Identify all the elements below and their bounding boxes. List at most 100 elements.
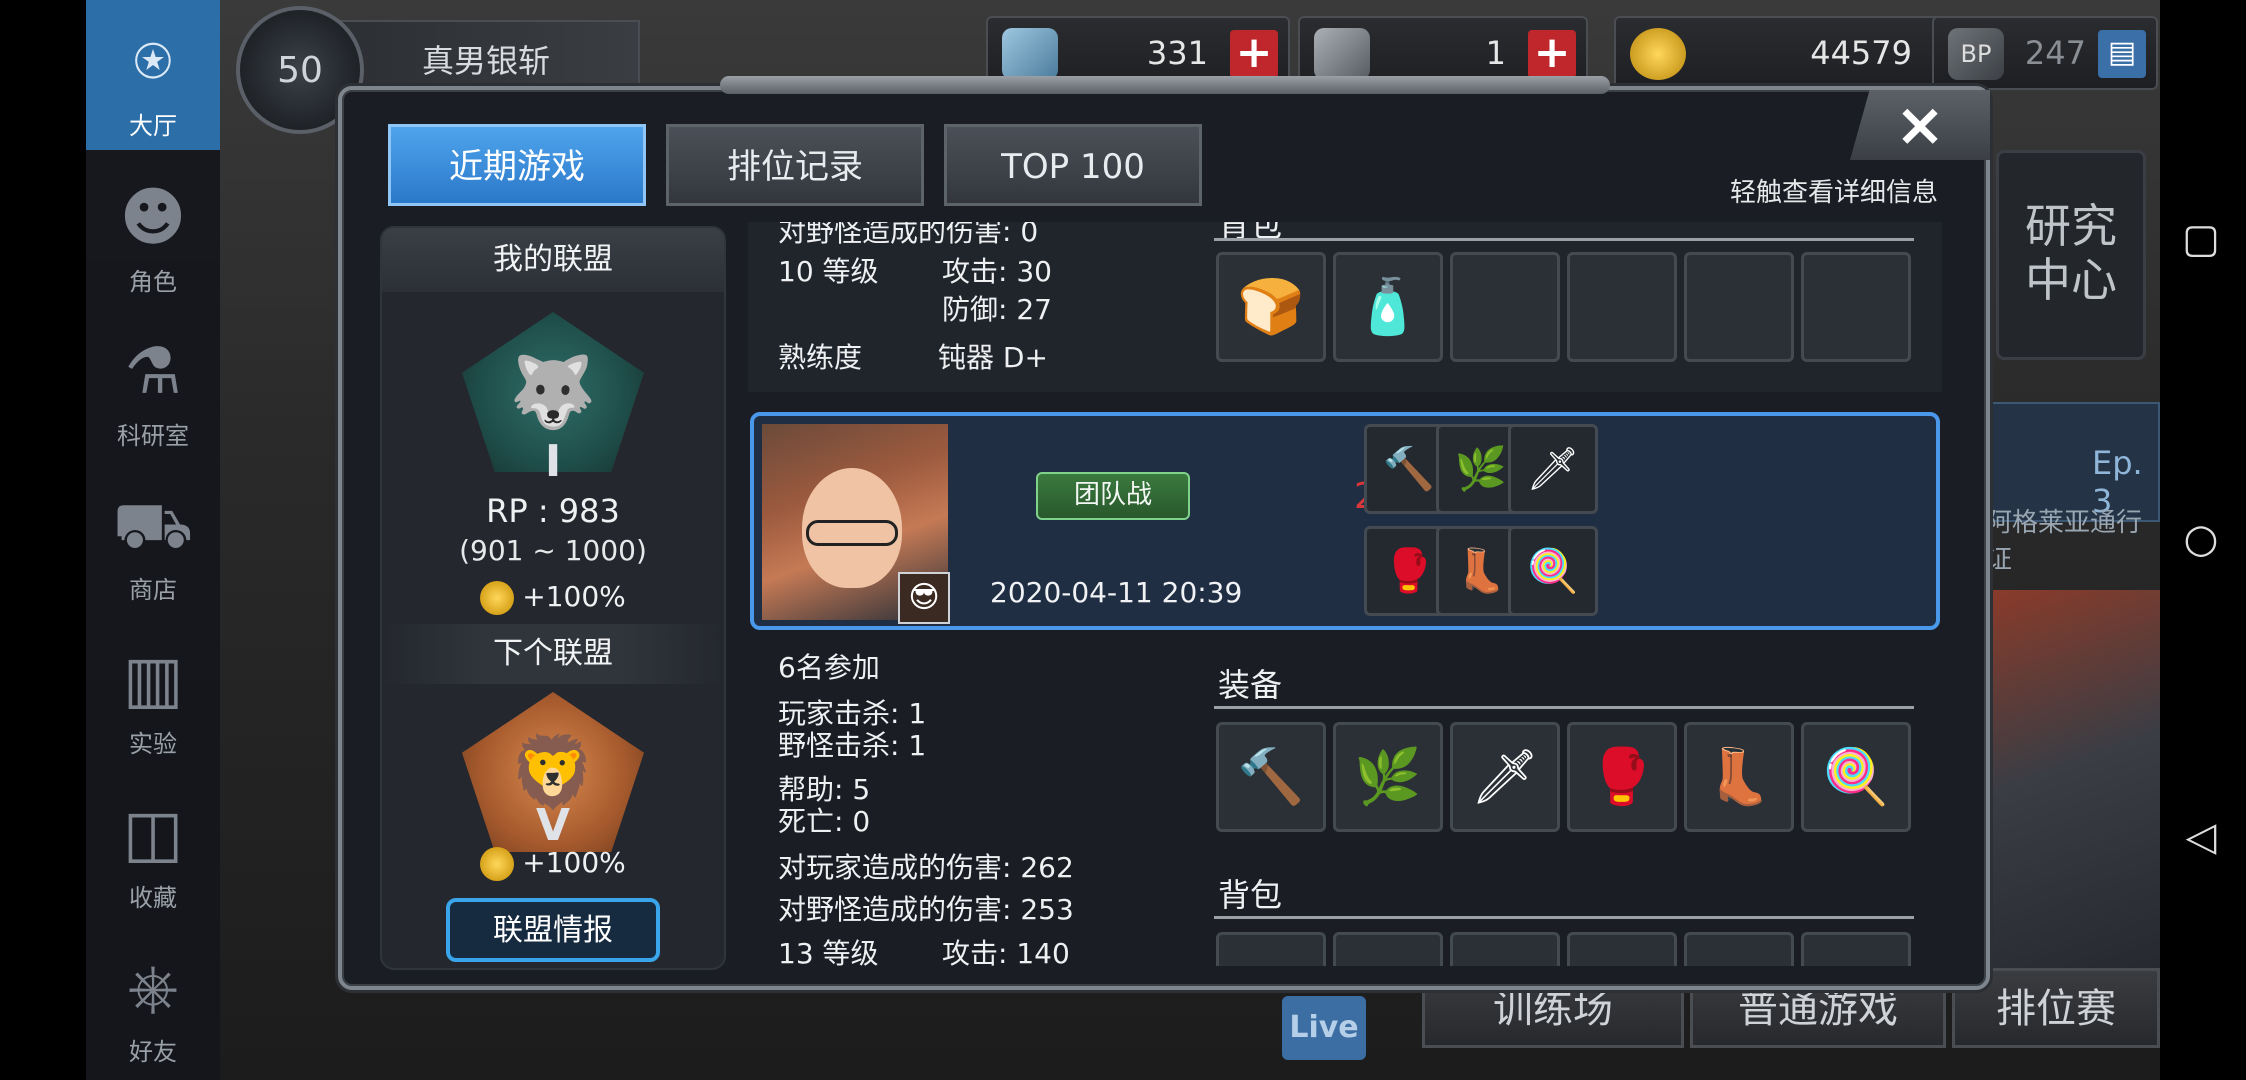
sidebar-item-shop[interactable]: ⛟ 商店	[86, 464, 220, 614]
glasses-icon	[806, 520, 898, 546]
divider	[1214, 916, 1914, 919]
divider	[1214, 706, 1914, 709]
sidebar-item-label: 商店	[129, 576, 177, 604]
box-icon	[1314, 28, 1370, 80]
empty-slot[interactable]	[1684, 252, 1794, 362]
lollipop-icon[interactable]: 🍭	[1801, 722, 1911, 832]
deaths: 死亡: 0	[778, 805, 871, 838]
tab-top-100[interactable]: TOP 100	[944, 124, 1202, 206]
left-sidebar: ⍟ 大厅 ☻ 角色 ⚗ 科研室 ⛟ 商店 ▥ 实验 ◫ 收藏 ⎈ 好友	[86, 0, 220, 1080]
research-center[interactable]: 研究 中心	[1996, 150, 2146, 360]
prev-bag-title: 背包	[1218, 222, 1283, 244]
sidebar-item-label: 实验	[129, 730, 177, 758]
prev-proficiency-value: 钝器 D+	[938, 341, 1048, 374]
empty-slot[interactable]	[1450, 252, 1560, 362]
modal-top-rail	[720, 76, 1610, 94]
add-ticket-button[interactable]: +	[1528, 30, 1576, 78]
close-icon: ×	[1894, 90, 1946, 160]
equip-title: 装备	[1218, 666, 1283, 704]
teammate-avatar: 😎	[898, 572, 950, 624]
sidebar-item-label: 好友	[129, 1038, 177, 1066]
gamepad-icon: ⎈	[127, 951, 179, 1025]
sidebar-item-lab[interactable]: ⚗ 科研室	[86, 310, 220, 460]
coin-icon	[480, 847, 515, 881]
pass-label: 阿格莱亚通行证	[1986, 508, 2143, 575]
coin-count: 44579	[1810, 34, 1912, 72]
attack: 攻击: 140	[942, 937, 1070, 966]
bag-slot[interactable]	[1333, 932, 1443, 966]
sidebar-item-character[interactable]: ☻ 角色	[86, 156, 220, 306]
cart-icon: ⛟	[112, 489, 194, 563]
tap-hint: 轻触查看详细信息	[1730, 178, 1939, 208]
bag-slot[interactable]	[1450, 932, 1560, 966]
bag-title: 背包	[1218, 876, 1283, 914]
hammer-icon[interactable]: 🔨	[1216, 722, 1326, 832]
lobby-icon: ⍟	[133, 25, 173, 99]
bonus-value: +100%	[522, 846, 626, 879]
prev-proficiency-label: 熟练度	[778, 341, 863, 374]
bag-slot[interactable]	[1801, 932, 1911, 966]
add-crystal-button[interactable]: +	[1230, 30, 1278, 78]
books-icon: ▥	[122, 643, 184, 717]
sidebar-item-label: 大厅	[129, 112, 177, 140]
laurel-icon[interactable]: 🌿	[1333, 722, 1443, 832]
sidebar-item-collection[interactable]: ◫ 收藏	[86, 772, 220, 922]
mode-badge: 团队战	[1036, 472, 1190, 520]
rp-range: (901 ~ 1000)	[459, 534, 647, 567]
bag-slot[interactable]	[1567, 932, 1677, 966]
character-art	[1990, 590, 2160, 1030]
empty-slot[interactable]	[1801, 252, 1911, 362]
android-nav-bar: ▢ ○ ◁	[2160, 0, 2246, 1080]
bp-icon: BP	[1948, 28, 2004, 80]
prev-monster-damage: 对野怪造成的伤害: 0	[778, 222, 1039, 248]
tab-rank-records[interactable]: 排位记录	[666, 124, 924, 206]
tab-recent-games[interactable]: 近期游戏	[388, 124, 646, 206]
crystal-icon	[1002, 28, 1058, 80]
bp-button[interactable]: ▤	[2098, 30, 2146, 78]
sidebar-item-experiment[interactable]: ▥ 实验	[86, 618, 220, 768]
match-date: 2020-04-11 20:39	[990, 576, 1243, 609]
my-league-bonus: +100%	[382, 580, 724, 615]
coin-icon	[1630, 28, 1686, 80]
live-badge[interactable]: Live	[1282, 996, 1366, 1060]
water-bottle-icon[interactable]: 🧴	[1333, 252, 1443, 362]
match-list[interactable]: 对野怪造成的伤害: 0 10 等级 攻击: 30 防御: 27 熟练度 钝器 D…	[748, 222, 1942, 966]
spear-icon[interactable]: 🗡	[1450, 722, 1560, 832]
open-book-icon: ◫	[122, 797, 184, 871]
player-damage: 对玩家造成的伤害: 262	[778, 851, 1074, 884]
close-button[interactable]: ×	[1850, 90, 1990, 160]
spear-icon[interactable]: 🗡	[1508, 424, 1598, 514]
league-panel: 我的联盟 🐺 I RP : 983 (901 ~ 1000) +100% 下个联…	[380, 226, 726, 970]
sidebar-item-lobby[interactable]: ⍟ 大厅	[86, 0, 220, 150]
lollipop-icon[interactable]: 🍭	[1508, 526, 1598, 616]
coin-icon	[480, 581, 515, 615]
next-league-tier: V	[535, 800, 571, 851]
prev-defense: 防御: 27	[942, 293, 1052, 326]
lab-icon: ⚗	[124, 335, 182, 409]
bag-slot[interactable]	[1216, 932, 1326, 966]
boots-icon[interactable]: 👢	[1684, 722, 1794, 832]
recent-apps-button[interactable]: ▢	[2178, 216, 2224, 262]
sidebar-item-label: 角色	[129, 268, 177, 296]
prev-level: 10 等级	[778, 255, 879, 288]
glove-icon[interactable]: 🥊	[1567, 722, 1677, 832]
bag-slot[interactable]	[1684, 932, 1794, 966]
empty-slot[interactable]	[1567, 252, 1677, 362]
sidebar-item-friends[interactable]: ⎈ 好友	[86, 926, 220, 1076]
back-button[interactable]: ◁	[2178, 814, 2224, 860]
character-icon: ☻	[119, 181, 187, 255]
next-league-title: 下个联盟	[382, 624, 724, 684]
home-button[interactable]: ○	[2178, 516, 2224, 562]
ticket-count: 1	[1485, 34, 1506, 72]
sidebar-item-label: 收藏	[129, 884, 177, 912]
my-league-tier: I	[544, 436, 562, 487]
participants: 6名参加	[778, 651, 880, 684]
next-league-bonus: +100%	[382, 846, 724, 881]
level: 13 等级	[778, 937, 879, 966]
bonus-value: +100%	[522, 580, 626, 613]
my-league-title: 我的联盟	[382, 228, 724, 292]
sidebar-item-label: 科研室	[117, 422, 189, 450]
bread-icon[interactable]: 🍞	[1216, 252, 1326, 362]
match-card[interactable]: 😎 团队战 2020-04-11 20:39 20:04 胜利 🔨 🌿 🗡 🥊 …	[750, 412, 1940, 630]
league-info-button[interactable]: 联盟情报	[446, 898, 660, 962]
